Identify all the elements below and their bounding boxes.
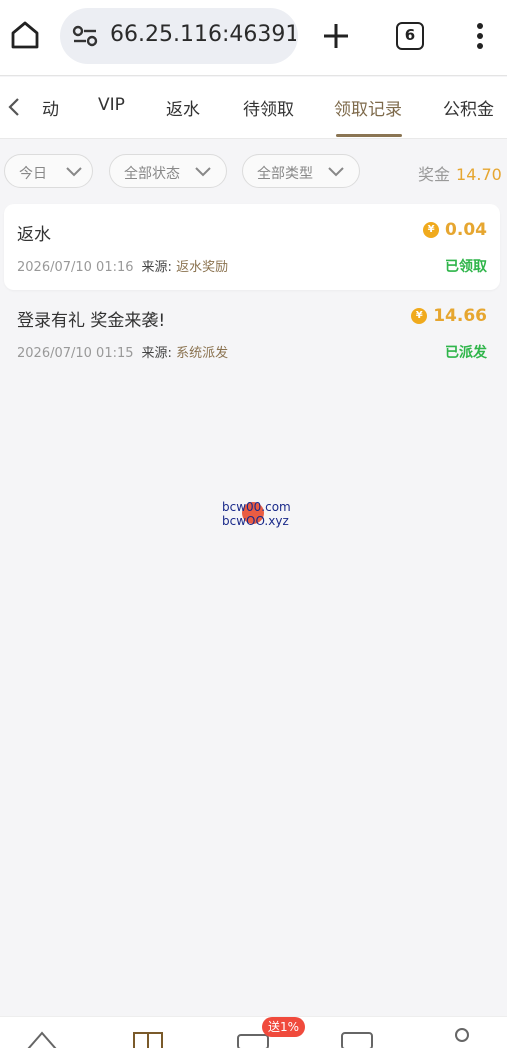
status-filter[interactable]: 全部状态	[109, 154, 227, 188]
date-filter-label: 今日	[19, 166, 47, 182]
chevron-down-icon	[195, 167, 211, 177]
coin-icon: ¥	[411, 308, 428, 324]
browser-toolbar: 66.25.116:46391 6	[0, 0, 507, 76]
date-filter[interactable]: 今日	[4, 154, 93, 188]
bottom-nav	[0, 1016, 507, 1048]
tab-pending[interactable]: 待领取	[243, 95, 294, 120]
more-menu-icon[interactable]	[470, 20, 490, 52]
gift-nav-icon[interactable]	[132, 1027, 164, 1048]
new-tab-icon[interactable]	[320, 20, 352, 52]
record-amount-value: 0.04	[445, 220, 487, 240]
watermark: bcw00.com bcwOO.xyz	[222, 500, 302, 532]
active-tab-indicator	[336, 134, 402, 137]
record-status: 已领取	[445, 259, 487, 275]
record-amount: ¥0.04	[423, 220, 487, 240]
site-settings-icon[interactable]	[72, 24, 98, 48]
record-source: 系统派发	[176, 346, 229, 361]
record-datetime: 2026/07/10 01:16	[17, 260, 134, 275]
record-title: 登录有礼 奖金来袭!	[17, 311, 166, 331]
watermark-line-1: bcw00.com	[222, 500, 291, 514]
record-meta: 2026/07/10 01:15 来源: 系统派发	[17, 342, 228, 361]
tab-claim-history[interactable]: 领取记录	[334, 95, 402, 120]
tab-vip[interactable]: VIP	[98, 95, 125, 115]
tab-rebate[interactable]: 返水	[166, 95, 200, 120]
tab-provident-fund[interactable]: 公积金	[443, 95, 494, 120]
bonus-label: 奖金	[418, 165, 451, 184]
record-status: 已派发	[445, 345, 487, 361]
record-card[interactable]: 返水 ¥0.04 2026/07/10 01:16 来源: 返水奖励 已领取	[4, 204, 500, 290]
tab-count: 6	[404, 26, 416, 44]
category-tabs: 动 VIP 返水 待领取 领取记录 公积金	[0, 77, 507, 139]
record-card[interactable]: 登录有礼 奖金来袭! ¥14.66 2026/07/10 01:15 来源: 系统…	[4, 290, 500, 376]
bonus-total: 奖金 14.70	[418, 161, 502, 185]
type-filter-label: 全部类型	[257, 166, 313, 182]
address-bar[interactable]: 66.25.116:46391	[60, 8, 298, 64]
record-amount-value: 14.66	[433, 306, 487, 326]
record-source: 返水奖励	[176, 260, 229, 275]
status-filter-label: 全部状态	[124, 166, 180, 182]
promo-nav-icon[interactable]	[340, 1027, 374, 1048]
bonus-value: 14.70	[456, 165, 502, 184]
record-source-label: 来源:	[141, 260, 172, 275]
record-amount: ¥14.66	[411, 306, 487, 326]
record-title: 返水	[17, 225, 51, 245]
record-datetime: 2026/07/10 01:15	[17, 346, 134, 361]
chevron-left-icon[interactable]	[4, 95, 24, 119]
record-source-label: 来源:	[141, 346, 172, 361]
record-meta: 2026/07/10 01:16 来源: 返水奖励	[17, 256, 228, 275]
chevron-down-icon	[328, 167, 344, 177]
watermark-line-2: bcwOO.xyz	[222, 514, 289, 528]
tab-switcher-button[interactable]: 6	[396, 22, 424, 50]
coin-icon: ¥	[423, 222, 440, 238]
profile-nav-icon[interactable]	[450, 1027, 474, 1048]
promo-badge: 送1%	[262, 1017, 306, 1037]
url-text[interactable]: 66.25.116:46391	[110, 22, 296, 47]
home-nav-icon[interactable]	[24, 1027, 60, 1048]
type-filter[interactable]: 全部类型	[242, 154, 360, 188]
tab-activity[interactable]: 动	[42, 95, 59, 120]
home-icon[interactable]	[8, 18, 42, 52]
chevron-down-icon	[66, 167, 82, 177]
